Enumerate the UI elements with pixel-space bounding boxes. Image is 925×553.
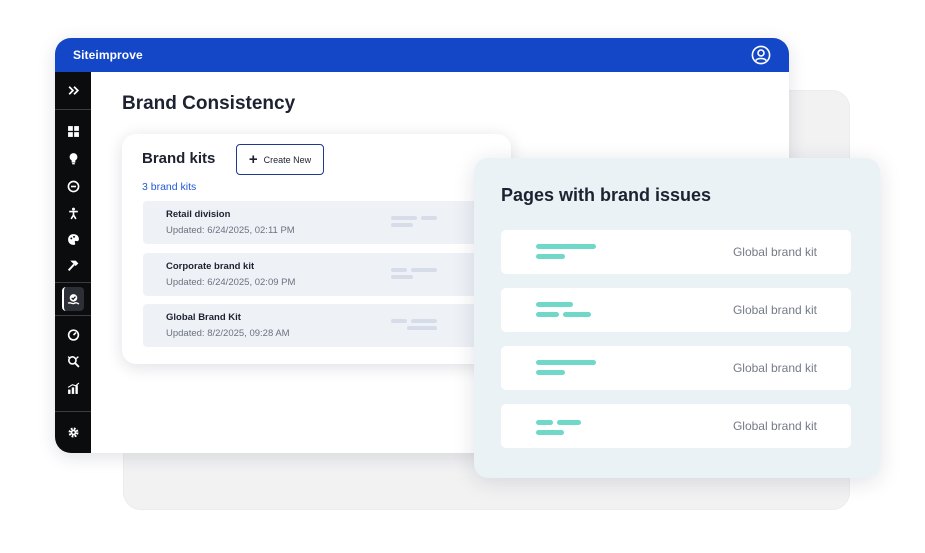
- sidebar-divider: [55, 109, 91, 110]
- brand-kit-updated: Updated: 6/24/2025, 02:09 PM: [166, 277, 296, 288]
- sidebar: [55, 72, 91, 453]
- brand-kit-row[interactable]: Global Brand Kit Updated: 8/2/2025, 09:2…: [143, 304, 483, 347]
- create-new-button[interactable]: + Create New: [236, 144, 324, 175]
- brand-issue-row[interactable]: Global brand kit: [501, 404, 851, 448]
- analytics-icon[interactable]: [63, 378, 83, 398]
- top-bar: Siteimprove: [55, 38, 789, 72]
- settings-gear-icon[interactable]: [63, 422, 83, 442]
- page-placeholder-line: [536, 360, 596, 365]
- lightbulb-icon[interactable]: [63, 148, 83, 168]
- page-placeholder-line: [536, 420, 553, 425]
- page-placeholder-line: [536, 312, 559, 317]
- page-placeholder-line: [536, 244, 596, 249]
- brand-kit-label: Global brand kit: [732, 303, 817, 317]
- sidebar-divider: [55, 411, 91, 412]
- performance-gauge-icon[interactable]: [63, 324, 83, 344]
- seo-icon[interactable]: [63, 351, 83, 371]
- page-placeholder-line: [536, 430, 564, 435]
- brand-kits-title: Brand kits: [142, 150, 216, 167]
- brand-kit-row[interactable]: Corporate brand kit Updated: 6/24/2025, …: [143, 253, 483, 296]
- quality-assurance-icon[interactable]: [63, 176, 83, 196]
- brand-kits-count[interactable]: 3 brand kits: [142, 181, 196, 193]
- placeholder-line: [411, 319, 437, 323]
- brand-kit-label: Global brand kit: [732, 361, 817, 375]
- accessibility-icon[interactable]: [63, 203, 83, 223]
- brand-kit-name: Corporate brand kit: [166, 261, 255, 272]
- brand-issues-title: Pages with brand issues: [501, 185, 712, 205]
- brand-kit-name: Retail division: [166, 209, 231, 220]
- placeholder-line: [411, 268, 437, 272]
- page-placeholder-line: [557, 420, 581, 425]
- sidebar-divider: [55, 282, 91, 283]
- placeholder-line: [407, 326, 437, 330]
- brand-issue-row[interactable]: Global brand kit: [501, 288, 851, 332]
- expand-chevrons-icon[interactable]: [63, 80, 83, 100]
- placeholder-line: [391, 319, 407, 323]
- page-placeholder-line: [536, 370, 565, 375]
- placeholder-line: [391, 216, 417, 220]
- account-icon[interactable]: [751, 45, 771, 65]
- brand-kit-label: Global brand kit: [732, 419, 817, 433]
- page-placeholder-line: [563, 312, 591, 317]
- brand-palette-icon[interactable]: [63, 229, 83, 249]
- plus-icon: +: [248, 151, 258, 168]
- placeholder-line: [391, 223, 413, 227]
- page-placeholder-line: [536, 302, 573, 307]
- brand-kit-label: Global brand kit: [732, 245, 817, 259]
- brand-kit-row[interactable]: Retail division Updated: 6/24/2025, 02:1…: [143, 201, 483, 244]
- brand-kit-updated: Updated: 6/24/2025, 02:11 PM: [166, 225, 295, 236]
- hammer-icon[interactable]: [63, 255, 83, 275]
- brand-consistency-icon[interactable]: [63, 289, 83, 309]
- page-placeholder-line: [536, 254, 565, 259]
- brand-issue-row[interactable]: Global brand kit: [501, 230, 851, 274]
- app-title: Siteimprove: [73, 48, 143, 62]
- page-title: Brand Consistency: [122, 93, 296, 114]
- placeholder-line: [421, 216, 437, 220]
- brand-issue-row[interactable]: Global brand kit: [501, 346, 851, 390]
- brand-issues-panel: Pages with brand issues Global brand kit…: [474, 158, 880, 478]
- brand-kit-updated: Updated: 8/2/2025, 09:28 AM: [166, 328, 290, 339]
- sidebar-divider: [55, 315, 91, 316]
- create-new-label: Create New: [263, 154, 312, 165]
- brand-kits-card: Brand kits + Create New 3 brand kits Ret…: [122, 134, 511, 364]
- dashboard-grid-icon[interactable]: [63, 121, 83, 141]
- placeholder-line: [391, 268, 407, 272]
- brand-kit-name: Global Brand Kit: [166, 312, 241, 323]
- placeholder-line: [391, 275, 413, 279]
